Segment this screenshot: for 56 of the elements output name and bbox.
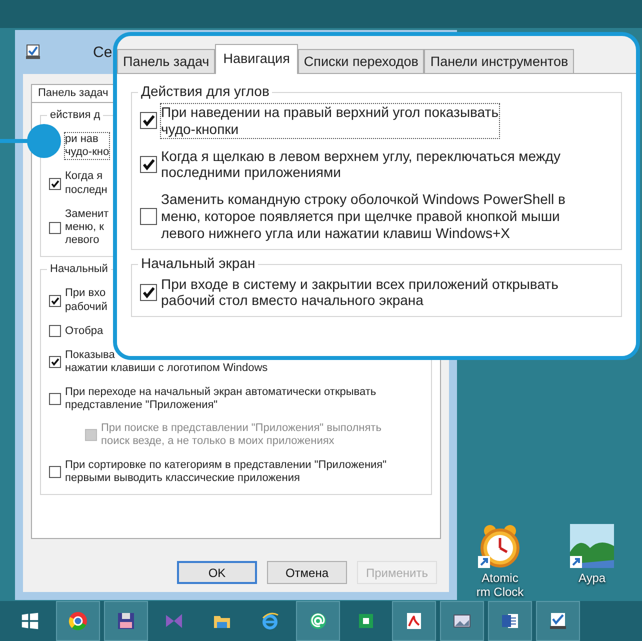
taskbar-button[interactable] [536,601,580,641]
browser-icon [68,611,88,631]
option-label: При сортировке по категориям в представлении "Приложения" первыми выводить классические приложения [64,458,388,486]
checkbox[interactable] [49,356,61,368]
checklist-icon [548,611,568,631]
at-sign-icon [308,611,328,631]
group-title: Начальный [47,263,111,276]
desktop-icon-label: Аура [578,572,606,586]
taskbar-button[interactable] [392,601,436,641]
group-title: ействия д [47,109,104,121]
dialog-button[interactable]: Отмена [267,561,347,584]
checkbox[interactable] [49,178,61,190]
tab[interactable]: Панель задач [117,49,216,73]
checklist-icon [25,44,41,60]
group-title: Действия для углов [138,83,272,99]
taskbar-button[interactable] [104,601,148,641]
checkbox[interactable] [140,284,157,301]
desktop-icon-label: Atomic rm Clock [476,572,524,600]
bowtie-icon [164,611,184,631]
option-label: При вхо рабочий [64,286,108,314]
word-document-icon [500,611,520,631]
option-label: Когда я последн [64,169,108,198]
option-label: При наведении на правый верхний угол показывать чудо-кнопки [160,103,500,139]
tab[interactable]: Списки переходов [298,49,424,73]
option-label: Заменить командную строку оболочкой Windows PowerShell в меню, которое появляется при щелчке правой кнопкой мыши левого нижнего угла или нажатии клавиш Windows+X [160,190,566,243]
checkbox[interactable] [49,222,61,234]
checkbox[interactable] [49,393,61,406]
taskbar-button[interactable] [440,601,484,641]
option-label: Отобра [64,324,104,339]
option-label: При поиске в представлении "Приложения" выполнять поиск везде, а не только в моих приложениях [100,420,382,449]
letter-e-icon [260,611,280,631]
option-label: Когда я щелкаю в левом верхнем углу, переключаться между последними приложениями [160,146,562,182]
taskbar-button[interactable] [296,601,340,641]
checkbox[interactable] [49,466,61,478]
option-label: При переходе на начальный экран автоматически открывать представление "Приложения" [64,385,378,414]
windows-logo-icon [21,612,39,630]
checkbox[interactable] [140,156,157,173]
tab[interactable]: Навигация [215,44,298,74]
checkbox[interactable] [140,208,157,225]
tab[interactable]: Панель задач [31,84,116,102]
option-label: ри нав чудо-кно [64,132,110,160]
window-title: Се [93,44,112,60]
document-icon [404,611,424,631]
square-app-icon [356,611,376,631]
option-label: При входе в систему и закрытии всех приложений открывать рабочий стол вместо начального экрана [160,274,560,310]
option-label: Заменит меню, к левого [64,206,110,248]
dialog-button[interactable]: OK [177,561,257,584]
taskbar-button[interactable] [488,601,532,641]
checkbox[interactable] [49,294,61,306]
callout-pointer [0,123,62,159]
option-label: Показыва нажатии клавиши с логотипом Windows [64,348,269,376]
landscape-icon[interactable] [568,522,616,570]
tab[interactable]: Панели инструментов [424,49,574,73]
checkbox[interactable] [49,325,61,338]
checkbox[interactable] [140,112,157,130]
group-title: Начальный экран [138,254,258,271]
